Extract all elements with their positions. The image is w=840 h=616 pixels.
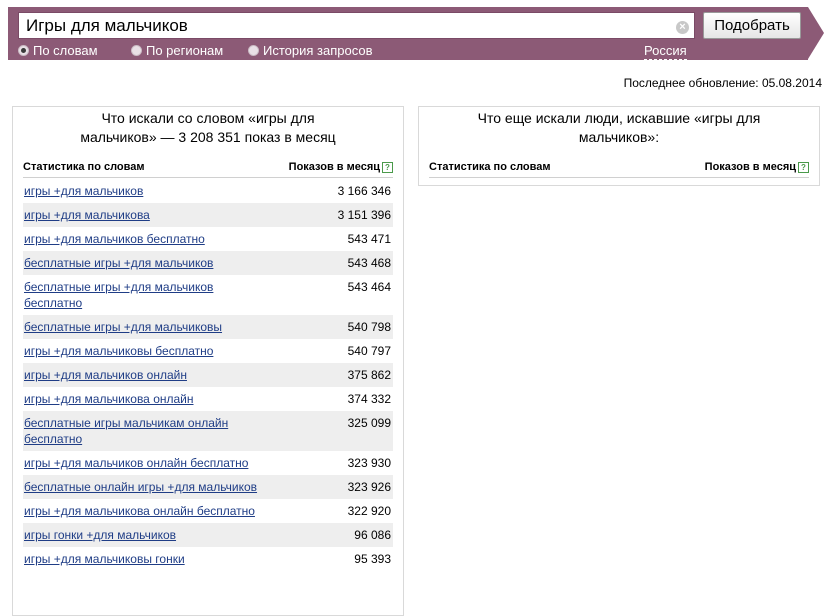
table-row: бесплатные игры +для мальчиковы 540 798 xyxy=(23,315,393,339)
region-link[interactable]: Россия xyxy=(644,43,687,60)
table-row: игры гонки +для мальчиков 96 086 xyxy=(23,523,393,547)
impressions-count: 323 930 xyxy=(347,456,391,470)
col-phrase-header: Статистика по словам xyxy=(23,161,145,173)
phrase-link[interactable]: бесплатные игры мальчикам онлайн бесплат… xyxy=(23,411,274,451)
impressions-count: 543 464 xyxy=(347,280,391,294)
radio-icon[interactable] xyxy=(131,45,142,56)
mode-radio-2[interactable]: История запросов xyxy=(248,43,373,59)
table-row: бесплатные игры +для мальчиков бесплатно… xyxy=(23,275,393,315)
help-icon[interactable]: ? xyxy=(798,162,809,173)
table-row: игры +для мальчиковы гонки 95 393 xyxy=(23,547,393,571)
impressions-count: 3 151 396 xyxy=(337,208,391,222)
related-stats-panel: Что еще искали люди, искавшие «игры для … xyxy=(418,106,820,186)
impressions-count: 540 798 xyxy=(347,320,391,334)
phrase-link[interactable]: бесплатные игры +для мальчиков бесплатно xyxy=(23,275,274,315)
table-row: бесплатные игры мальчикам онлайн бесплат… xyxy=(23,411,393,451)
table-row: игры +для мальчиковы бесплатно 540 797 xyxy=(23,339,393,363)
phrase-link[interactable]: бесплатные игры +для мальчиковы xyxy=(23,315,274,339)
mode-radio-label: По словам xyxy=(33,43,98,58)
col-count-header: Показов в месяц? xyxy=(705,161,809,173)
col-count-header: Показов в месяц? xyxy=(289,161,393,173)
table-row: игры +для мальчикова 3 151 396 xyxy=(23,203,393,227)
impressions-count: 540 797 xyxy=(347,344,391,358)
phrase-link[interactable]: игры +для мальчикова xyxy=(23,203,274,227)
mode-radio-label: По регионам xyxy=(146,43,224,58)
impressions-count: 323 926 xyxy=(347,480,391,494)
related-stats-title-line2: мальчиков»: xyxy=(578,129,660,145)
phrase-link[interactable]: игры гонки +для мальчиков xyxy=(23,523,274,547)
phrase-link[interactable]: игры +для мальчиков бесплатно xyxy=(23,227,274,251)
table-row: игры +для мальчиков бесплатно 543 471 xyxy=(23,227,393,251)
impressions-count: 96 086 xyxy=(354,528,391,542)
table-row: бесплатные игры +для мальчиков 543 468 xyxy=(23,251,393,275)
word-stats-table: игры +для мальчиков 3 166 346 игры +для ма… xyxy=(23,179,393,571)
table-row: игры +для мальчиков онлайн 375 862 xyxy=(23,363,393,387)
col-phrase-header: Статистика по словам xyxy=(429,161,551,173)
phrase-link[interactable]: игры +для мальчиков xyxy=(23,179,274,203)
word-stats-title-line1: Что искали со словом «игры для xyxy=(101,110,315,126)
search-input[interactable] xyxy=(18,12,695,39)
phrase-link[interactable]: игры +для мальчиковы гонки xyxy=(23,547,274,571)
related-stats-header: Статистика по словам Показов в месяц? xyxy=(429,159,809,178)
table-row: игры +для мальчикова онлайн 374 332 xyxy=(23,387,393,411)
phrase-link[interactable]: игры +для мальчиков онлайн xyxy=(23,363,274,387)
mode-radio-0[interactable]: По словам xyxy=(18,43,98,59)
related-stats-title-line1: Что еще искали люди, искавшие «игры для xyxy=(477,110,761,126)
help-icon[interactable]: ? xyxy=(382,162,393,173)
impressions-count: 325 099 xyxy=(347,416,391,430)
last-update-text: Последнее обновление: 05.08.2014 xyxy=(623,76,822,90)
col-count-label: Показов в месяц xyxy=(288,161,380,173)
table-row: бесплатные онлайн игры +для мальчиков 323… xyxy=(23,475,393,499)
submit-button[interactable]: Подобрать xyxy=(703,12,801,39)
table-row: игры +для мальчикова онлайн бесплатно 322… xyxy=(23,499,393,523)
phrase-link[interactable]: игры +для мальчиковы бесплатно xyxy=(23,339,274,363)
phrase-link[interactable]: игры +для мальчикова онлайн бесплатно xyxy=(23,499,274,523)
word-stats-panel: Что искали со словом «игры для мальчиков… xyxy=(12,106,404,616)
impressions-count: 375 862 xyxy=(347,368,391,382)
search-bar: × Подобрать По словам По регионам История … xyxy=(8,7,808,60)
clear-icon[interactable]: × xyxy=(676,21,689,34)
impressions-count: 322 920 xyxy=(347,504,391,518)
impressions-count: 543 468 xyxy=(347,256,391,270)
radio-icon[interactable] xyxy=(248,45,259,56)
mode-radio-label: История запросов xyxy=(263,43,373,58)
impressions-count: 3 166 346 xyxy=(337,184,391,198)
impressions-count: 95 393 xyxy=(354,552,391,566)
impressions-count: 374 332 xyxy=(347,392,391,406)
col-count-label: Показов в месяц xyxy=(704,161,796,173)
radio-icon[interactable] xyxy=(18,45,29,56)
impressions-count: 543 471 xyxy=(347,232,391,246)
phrase-link[interactable]: бесплатные онлайн игры +для мальчиков xyxy=(23,475,274,499)
phrase-link[interactable]: бесплатные игры +для мальчиков xyxy=(23,251,274,275)
phrase-link[interactable]: игры +для мальчикова онлайн xyxy=(23,387,274,411)
table-row: игры +для мальчиков онлайн бесплатно 323 … xyxy=(23,451,393,475)
table-row: игры +для мальчиков 3 166 346 xyxy=(23,179,393,203)
word-stats-title-line2: мальчиков» — 3 208 351 показ в месяц xyxy=(80,129,336,145)
word-stats-header: Статистика по словам Показов в месяц? xyxy=(23,159,393,178)
mode-radio-1[interactable]: По регионам xyxy=(131,43,223,59)
phrase-link[interactable]: игры +для мальчиков онлайн бесплатно xyxy=(23,451,274,475)
search-bar-arrow xyxy=(808,7,824,59)
